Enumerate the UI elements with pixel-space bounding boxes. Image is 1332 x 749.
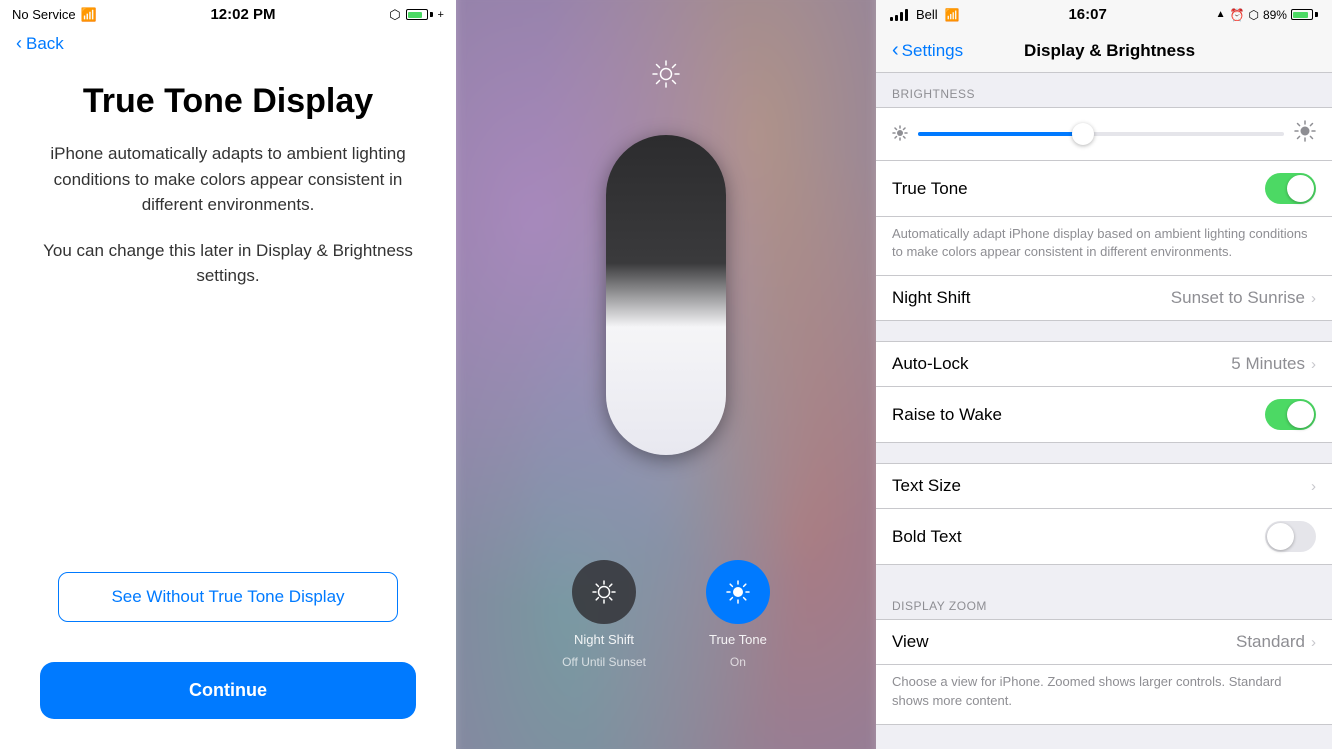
setup-title: True Tone Display [83, 82, 373, 121]
settings-page-title: Display & Brightness [963, 41, 1256, 61]
display-zoom-card: View Standard › Choose a view for iPhone… [876, 619, 1332, 724]
night-shift-label: Night Shift [892, 288, 1171, 308]
back-button[interactable]: ‹ Back [16, 33, 440, 54]
bluetooth-icon: ⬡ [389, 7, 400, 23]
view-row[interactable]: View Standard › [876, 620, 1332, 665]
brightness-low-icon [892, 125, 908, 144]
true-tone-button[interactable]: True Tone On [706, 560, 770, 669]
carrier-name: Bell [916, 7, 938, 22]
night-shift-sublabel: Off Until Sunset [562, 655, 646, 669]
bluetooth-icon: ⬡ [1248, 8, 1258, 22]
brightness-slider-track[interactable] [918, 132, 1284, 136]
view-chevron-icon: › [1311, 634, 1316, 651]
charging-icon: + [438, 9, 444, 21]
text-card: Text Size › Bold Text [876, 463, 1332, 565]
view-value: Standard [1236, 632, 1305, 652]
raise-to-wake-row[interactable]: Raise to Wake [876, 387, 1332, 442]
night-shift-value: Sunset to Sunrise [1171, 288, 1305, 308]
carrier-label: No Service [12, 7, 76, 22]
true-tone-row[interactable]: True Tone [876, 161, 1332, 217]
brightness-slider-row[interactable] [876, 108, 1332, 161]
settings-time: 16:07 [1068, 6, 1106, 23]
bold-text-label: Bold Text [892, 527, 1265, 547]
setup-description2: You can change this later in Display & B… [40, 238, 416, 289]
true-tone-toggle[interactable] [1265, 173, 1316, 204]
battery-icon [1291, 9, 1318, 20]
text-size-row[interactable]: Text Size › [876, 464, 1332, 509]
night-shift-circle [572, 560, 636, 624]
settings-nav-bar: ‹ Settings Display & Brightness [876, 29, 1332, 73]
true-tone-toggle-knob [1287, 175, 1314, 202]
raise-to-wake-label: Raise to Wake [892, 405, 1265, 425]
continue-button[interactable]: Continue [40, 662, 416, 719]
sun-brightness-icon [652, 60, 680, 95]
settings-panel: Bell 📶 16:07 ▲ ⏰ ⬡ 89% ‹ Settings Displa… [876, 0, 1332, 749]
text-size-chevron-icon: › [1311, 478, 1316, 495]
brightness-slider-thumb [1072, 123, 1094, 145]
back-button-area[interactable]: ‹ Back [0, 29, 456, 62]
signal-bars [890, 9, 908, 21]
back-chevron-icon: ‹ [16, 33, 22, 54]
view-label: View [892, 632, 1236, 652]
setup-description1: iPhone automatically adapts to ambient l… [40, 141, 416, 218]
auto-lock-row[interactable]: Auto-Lock 5 Minutes › [876, 342, 1332, 387]
setup-content: True Tone Display iPhone automatically a… [0, 62, 456, 662]
true-tone-label: True Tone [709, 632, 767, 647]
location-icon: ▲ [1216, 9, 1226, 20]
night-shift-label: Night Shift [574, 632, 634, 647]
raise-to-wake-toggle-knob [1287, 401, 1314, 428]
wifi-icon: 📶 [81, 7, 97, 23]
battery-icon [406, 9, 433, 20]
true-tone-description: Automatically adapt iPhone display based… [876, 217, 1332, 276]
night-shift-chevron-icon: › [1311, 290, 1316, 307]
true-tone-sublabel: On [730, 655, 746, 669]
brightness-pill [606, 135, 726, 455]
section-gap-2 [876, 443, 1332, 463]
back-chevron-icon: ‹ [892, 39, 899, 62]
true-tone-circle [706, 560, 770, 624]
brightness-card: True Tone Automatically adapt iPhone dis… [876, 107, 1332, 321]
wifi-icon: 📶 [945, 8, 960, 22]
brightness-section-header: BRIGHTNESS [876, 73, 1332, 107]
settings-body: BRIGHTNESS [876, 73, 1332, 749]
settings-status-bar: Bell 📶 16:07 ▲ ⏰ ⬡ 89% [876, 0, 1332, 29]
lock-screen-panel: Night Shift Off Until Sunset [456, 0, 876, 749]
section-gap-3 [876, 565, 1332, 585]
bold-text-toggle[interactable] [1265, 521, 1316, 552]
section-gap-1 [876, 321, 1332, 341]
true-tone-label: True Tone [892, 179, 1265, 199]
lock-quick-actions: Night Shift Off Until Sunset [562, 560, 770, 669]
brightness-slider-fill [918, 132, 1083, 136]
setup-panel: No Service 📶 12:02 PM ⬡ + ‹ Back True To… [0, 0, 456, 749]
alarm-icon: ⏰ [1230, 8, 1245, 22]
auto-lock-value: 5 Minutes [1231, 354, 1305, 374]
setup-bottom: Continue [0, 662, 456, 749]
settings-status-left: Bell 📶 [890, 7, 960, 22]
night-shift-row[interactable]: Night Shift Sunset to Sunrise › [876, 276, 1332, 320]
bold-text-toggle-knob [1267, 523, 1294, 550]
brightness-high-icon [1294, 120, 1316, 148]
bold-text-row[interactable]: Bold Text [876, 509, 1332, 564]
text-size-label: Text Size [892, 476, 1311, 496]
view-description: Choose a view for iPhone. Zoomed shows l… [876, 665, 1332, 723]
auto-lock-label: Auto-Lock [892, 354, 1231, 374]
lock-content: Night Shift Off Until Sunset [456, 0, 876, 749]
night-shift-button[interactable]: Night Shift Off Until Sunset [562, 560, 646, 669]
back-label: Back [26, 34, 64, 54]
settings-back-label: Settings [902, 41, 963, 61]
setup-time: 12:02 PM [210, 6, 275, 23]
display-zoom-section-header: DISPLAY ZOOM [876, 585, 1332, 619]
settings-back-button[interactable]: ‹ Settings [892, 39, 963, 62]
lock-card: Auto-Lock 5 Minutes › Raise to Wake [876, 341, 1332, 443]
see-without-button[interactable]: See Without True Tone Display [58, 572, 398, 622]
raise-to-wake-toggle[interactable] [1265, 399, 1316, 430]
battery-percent: 89% [1263, 8, 1287, 22]
auto-lock-chevron-icon: › [1311, 356, 1316, 373]
settings-status-right: ▲ ⏰ ⬡ 89% [1216, 8, 1318, 22]
setup-status-bar: No Service 📶 12:02 PM ⬡ + [0, 0, 456, 29]
